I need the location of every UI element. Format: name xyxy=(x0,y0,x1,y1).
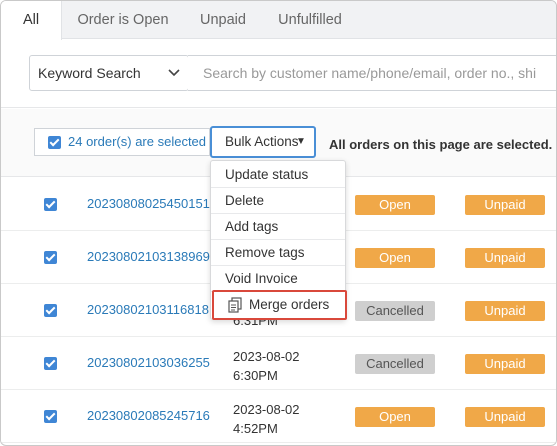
menu-item-update-status[interactable]: Update status xyxy=(211,162,345,188)
status-badge: Open xyxy=(355,195,435,215)
order-number-link[interactable]: 20230802103116818 xyxy=(87,302,209,317)
order-number-link[interactable]: 20230802085245716 xyxy=(87,408,210,423)
order-number-link[interactable]: 20230808025450151 xyxy=(87,196,210,211)
menu-item-void-invoice[interactable]: Void Invoice xyxy=(211,266,345,292)
tab-all[interactable]: All xyxy=(1,1,62,40)
payment-badge: Unpaid xyxy=(465,195,545,215)
order-number-link[interactable]: 20230802103036255 xyxy=(87,355,210,370)
order-number-link[interactable]: 20230802103138969 xyxy=(87,249,210,264)
status-badge: Open xyxy=(355,407,435,427)
payment-badge: Unpaid xyxy=(465,354,545,374)
select-all-checkbox[interactable] xyxy=(48,136,61,149)
keyword-field-select[interactable]: Keyword Search xyxy=(29,55,189,91)
select-all-box[interactable]: 24 order(s) are selected xyxy=(34,128,210,156)
search-input[interactable]: Search by customer name/phone/email, ord… xyxy=(188,55,556,91)
row-checkbox[interactable] xyxy=(44,251,57,264)
status-badge: Cancelled xyxy=(355,301,435,321)
chevron-down-icon xyxy=(168,56,180,103)
status-badge: Cancelled xyxy=(355,354,435,374)
tab-order-is-open[interactable]: Order is Open xyxy=(65,1,181,39)
tab-unfulfilled[interactable]: Unfulfilled xyxy=(267,1,353,39)
row-checkbox[interactable] xyxy=(44,357,57,370)
menu-item-delete[interactable]: Delete xyxy=(211,188,345,214)
merge-orders-label: Merge orders xyxy=(249,297,330,312)
row-checkbox[interactable] xyxy=(44,410,57,423)
row-checkbox[interactable] xyxy=(44,304,57,317)
tab-unpaid[interactable]: Unpaid xyxy=(185,1,261,39)
status-badge: Open xyxy=(355,248,435,268)
order-date: 2023-08-02 xyxy=(233,402,300,417)
payment-badge: Unpaid xyxy=(465,248,545,268)
order-time: 4:52PM xyxy=(233,421,278,436)
payment-badge: Unpaid xyxy=(465,407,545,427)
order-tabs: All Order is Open Unpaid Unfulfilled xyxy=(1,1,556,40)
order-date: 2023-08-02 xyxy=(233,349,300,364)
row-checkbox[interactable] xyxy=(44,198,57,211)
orders-panel: All Order is Open Unpaid Unfulfilled Key… xyxy=(0,0,557,446)
selected-count: 24 order(s) are selected xyxy=(68,134,207,149)
order-time: 6:30PM xyxy=(233,368,278,383)
menu-item-remove-tags[interactable]: Remove tags xyxy=(211,240,345,266)
menu-item-add-tags[interactable]: Add tags xyxy=(211,214,345,240)
merge-icon xyxy=(227,297,243,320)
bulk-actions-label: Bulk Actions xyxy=(225,134,299,149)
keyword-select-label: Keyword Search xyxy=(38,65,141,81)
bulk-actions-button[interactable]: Bulk Actions ▼ xyxy=(210,126,316,158)
search-area: Keyword Search Search by customer name/p… xyxy=(1,40,556,108)
table-row: 20230802085245716 2023-08-02 4:52PM Open… xyxy=(1,390,556,443)
caret-down-icon: ▼ xyxy=(296,136,306,147)
all-selected-notice: All orders on this page are selected. xyxy=(329,137,553,152)
payment-badge: Unpaid xyxy=(465,301,545,321)
table-row: 20230802103036255 2023-08-02 6:30PM Canc… xyxy=(1,337,556,390)
